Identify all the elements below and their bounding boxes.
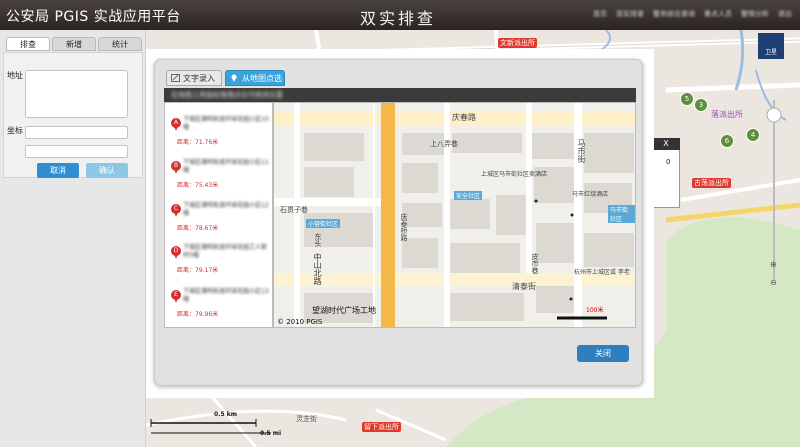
zoom-in-icon[interactable]: ⊕: [770, 260, 777, 269]
list-item[interactable]: A 下城区潮鸣街道环球花园小区10幢 距离：71.76米: [165, 115, 273, 155]
nav-item-query[interactable]: 警务综合查询: [653, 9, 695, 19]
result-pin-icon: D: [171, 246, 181, 259]
road-qingjie: 清泰街: [512, 282, 536, 291]
poi-maishi: 马市街社区: [608, 205, 635, 223]
popup-close-button[interactable]: X: [652, 138, 680, 150]
nav-item-analysis[interactable]: 警情分析: [741, 9, 769, 19]
tab-check[interactable]: 排查: [6, 37, 50, 51]
map-marker[interactable]: 4: [746, 128, 760, 142]
tab-text-entry[interactable]: 文字录入: [166, 70, 222, 86]
check-form: 地址 坐标 取消 确认: [3, 52, 143, 178]
result-distance: 距离：78.67米: [177, 225, 219, 232]
left-tabs: 排查 新增 统计: [6, 37, 142, 51]
app-header: 公安局 PGIS 实战应用平台 双实排查 首页 双实排查 警务综合查询 重点人员…: [0, 0, 800, 30]
poi-hotel: 马市红烧酒店: [572, 191, 609, 198]
list-item[interactable]: C 下城区潮鸣街道环球花园小区12幢 距离：78.67米: [165, 201, 273, 241]
poi-anquan: 安全社区: [454, 191, 483, 200]
result-distance: 距离：79.17米: [177, 267, 219, 274]
zoom-out-icon[interactable]: ⊖: [770, 278, 777, 287]
road-gangzi: 石贯子巷: [280, 206, 308, 214]
satellite-toggle[interactable]: 卫星: [758, 33, 784, 59]
confirm-button[interactable]: 确认: [86, 163, 128, 178]
hint-bar: 在地图上用鼠标拖拽点位可修改位置: [164, 88, 636, 102]
label-lingxia: 灵芝街: [296, 415, 317, 423]
map-scale: 100米: [586, 307, 604, 314]
tab-stats[interactable]: 统计: [98, 37, 142, 51]
result-distance: 距离：79.96米: [177, 311, 219, 318]
tab-add[interactable]: 新增: [52, 37, 96, 51]
result-distance: 距离：71.76米: [177, 139, 219, 146]
label-liuxia: 留下派出所: [362, 422, 401, 432]
result-distance: 距离：75.43米: [177, 182, 219, 189]
road-qingchun: 庆春路: [452, 113, 476, 122]
left-panel: 排查 新增 统计 地址 坐标 取消 确认: [0, 30, 146, 447]
app-title: 公安局 PGIS 实战应用平台: [6, 9, 181, 25]
coord-y-input[interactable]: [25, 145, 128, 158]
tab-text-entry-label: 文字录入: [183, 74, 215, 83]
map-marker[interactable]: 5: [680, 92, 694, 106]
result-name: 下城区潮鸣街道环球花园小区10幢: [183, 116, 269, 131]
close-button[interactable]: 关闭: [577, 345, 629, 362]
tab-map-pick-label: 从地图点选: [242, 74, 282, 83]
nav-item-persons[interactable]: 重点人员: [704, 9, 732, 19]
nav-item-home[interactable]: 首页: [593, 9, 607, 19]
map-copyright: © 2010 PGIS: [277, 318, 323, 326]
road-pishi: 皮市巷: [531, 253, 539, 274]
location-pin-icon: [231, 74, 237, 82]
result-pin-icon: B: [171, 161, 181, 174]
popup-value: 0: [666, 158, 671, 166]
address-input[interactable]: [25, 70, 128, 118]
edit-icon: [171, 74, 180, 82]
map-marker[interactable]: 6: [720, 134, 734, 148]
result-pin-icon: C: [171, 204, 181, 217]
scale-km: 0.5 km: [214, 411, 237, 418]
road-qingtai: 庆泰桥路: [400, 213, 408, 241]
nav-item-check[interactable]: 双实排查: [616, 9, 644, 19]
list-item[interactable]: D 下城区潮鸣街道环球花园工人新村5幢 距离：79.17米: [165, 243, 273, 283]
hint-text: 在地图上用鼠标拖拽点位可修改位置: [171, 91, 283, 99]
map-marker[interactable]: 3: [694, 98, 708, 112]
result-name: 下城区潮鸣街道环球花园小区11幢: [183, 159, 269, 174]
label-wenxin: 文新派出所: [498, 38, 537, 48]
dialog-map[interactable]: 庆春路 上八弄巷 马市街 石贯子巷 东头 庆泰桥路 皮市巷 中山北路 清泰街 上…: [273, 102, 636, 328]
nav-item-logout[interactable]: 退出: [778, 9, 792, 19]
cancel-button[interactable]: 取消: [37, 163, 79, 178]
road-dongtou: 东头: [314, 233, 322, 247]
result-name: 下城区潮鸣街道环球花园小区13幢: [183, 288, 269, 303]
result-pin-icon: E: [171, 290, 181, 303]
label-gudang: 古荡派出所: [692, 178, 731, 188]
page-title: 双实排查: [360, 9, 437, 28]
tab-map-pick[interactable]: 从地图点选: [225, 70, 285, 86]
coord-label: 坐标: [7, 126, 23, 135]
poi-square: 望湖时代广场工地: [312, 306, 376, 315]
poi-shangcheng: 小营街社区: [306, 219, 341, 228]
list-item[interactable]: E 下城区潮鸣街道环球花园小区13幢 距离：79.96米: [165, 287, 273, 327]
scale-mi: 0.5 mi: [260, 430, 282, 437]
top-nav: 首页 双实排查 警务综合查询 重点人员 警情分析 退出: [593, 9, 792, 19]
result-name: 下城区潮鸣街道环球花园工人新村5幢: [183, 244, 268, 259]
dialog-map-graphics: [274, 103, 635, 327]
list-item[interactable]: B 下城区潮鸣街道环球花园小区11幢 距离：75.43米: [165, 158, 273, 198]
road-zhongshan: 中山北路: [313, 253, 322, 285]
result-list: A 下城区潮鸣街道环球花园小区10幢 距离：71.76米 B 下城区潮鸣街道环球…: [164, 102, 273, 328]
label-luo: 落派出所: [711, 110, 743, 119]
poi-community: 上城区马市街社区卖酒店: [481, 171, 548, 178]
road-mashi: 马市街: [577, 139, 586, 163]
coord-x-input[interactable]: [25, 126, 128, 139]
address-label: 地址: [7, 71, 23, 80]
result-pin-icon: A: [171, 118, 181, 131]
poi-hangzhou: 杭州市上城区或 李老: [574, 269, 630, 276]
result-name: 下城区潮鸣街道环球花园小区12幢: [183, 202, 269, 217]
road-shangbaxiang: 上八弄巷: [430, 140, 458, 148]
